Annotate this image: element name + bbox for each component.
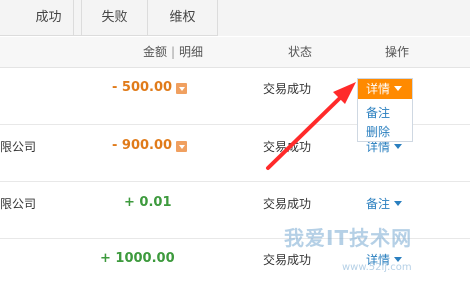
table-header: 金额 | 明细 状态 操作 [0,37,470,68]
action-dropdown-menu: 详情 备注 删除 [357,78,413,142]
chevron-down-icon [394,201,403,206]
expand-detail-icon[interactable] [176,141,187,152]
watermark-text: 我爱IT技术网 [284,226,413,250]
tab-success[interactable]: 成功 [16,0,82,36]
watermark-url: www.52ij.com [342,262,412,273]
status-text: 交易成功 [263,140,312,154]
status-text: 交易成功 [263,253,312,267]
status-text: 交易成功 [263,197,312,211]
amount-value: + 1000.00 [100,251,175,266]
amount-value: + 0.01 [124,195,172,210]
party-name: 限公司 [0,197,37,211]
column-header-detail: 明细 [179,45,204,59]
column-header-status: 状态 [288,45,313,59]
status-text: 交易成功 [263,82,312,96]
row-action-label: 详情 [366,140,391,154]
dropdown-item-note[interactable]: 备注 [366,104,390,121]
tab-dispute[interactable]: 维权 [148,0,218,36]
dropdown-item-label: 详情 [366,82,391,96]
column-header-separator: | [171,45,176,59]
column-header-amount: 金额 [143,45,168,59]
party-name: 限公司 [0,140,37,154]
amount-value: - 900.00 [112,138,173,153]
tab-failed[interactable]: 失败 [82,0,148,36]
expand-detail-icon[interactable] [176,83,187,94]
tabbar-filler [218,0,470,36]
amount-value: - 500.00 [112,80,173,95]
dropdown-item-delete[interactable]: 删除 [366,123,390,140]
column-header-action: 操作 [385,45,410,59]
filter-tabbar: 成功 失败 维权 [0,0,470,36]
chevron-down-icon [394,86,403,91]
chevron-down-icon [394,144,403,149]
row-action-label: 备注 [366,197,391,211]
dropdown-item-details[interactable]: 详情 [358,79,412,99]
row-action-menu[interactable]: 备注 [366,195,403,212]
